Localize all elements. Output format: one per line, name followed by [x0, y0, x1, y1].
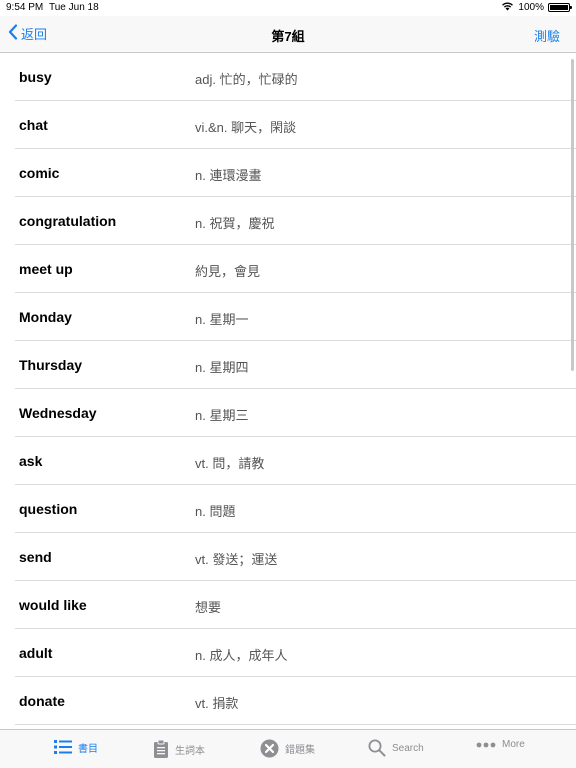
status-right: 100%: [501, 1, 572, 14]
word-row[interactable]: adult n. 成人，成年人: [0, 629, 576, 677]
status-bar: 9:54 PM Tue Jun 18 100%: [0, 0, 576, 16]
word-row[interactable]: question n. 問題: [0, 485, 576, 533]
word-definition: adj. 忙的，忙碌的: [195, 72, 298, 87]
tab-more-label: More: [502, 739, 525, 750]
tab-search[interactable]: Search: [368, 739, 424, 757]
search-icon: [368, 739, 386, 757]
x-circle-icon: [260, 739, 279, 758]
wifi-icon: [501, 1, 514, 14]
battery-percent: 100%: [518, 2, 544, 13]
word-term: Monday: [19, 309, 72, 325]
word-definition: 約見，會見: [195, 264, 261, 279]
nav-bar: 返回 第7組 測驗: [0, 16, 576, 53]
word-term: would like: [19, 597, 87, 613]
word-term: meet up: [19, 261, 73, 277]
word-term: donate: [19, 693, 65, 709]
tab-books-label: 書目: [78, 743, 98, 755]
word-row[interactable]: Thursday n. 星期四: [0, 341, 576, 389]
word-row[interactable]: ask vt. 問，請教: [0, 437, 576, 485]
word-definition: vi.&n. 聊天，閑談: [195, 120, 297, 135]
word-term: Thursday: [19, 357, 83, 373]
status-date: Tue Jun 18: [49, 2, 99, 13]
word-row[interactable]: send vt. 發送；運送: [0, 533, 576, 581]
quiz-button[interactable]: 測驗: [534, 26, 560, 45]
word-term: send: [19, 549, 52, 565]
word-definition: vt. 問，請教: [195, 456, 265, 471]
word-row[interactable]: meet up 約見，會見: [0, 245, 576, 293]
word-row[interactable]: busy adj. 忙的，忙碌的: [0, 53, 576, 101]
word-row[interactable]: would like 想要: [0, 581, 576, 629]
word-definition: n. 問題: [195, 504, 236, 519]
word-definition: n. 星期四: [195, 360, 249, 375]
word-definition: n. 星期三: [195, 408, 249, 423]
battery-fill: [550, 5, 568, 10]
battery-icon: [548, 3, 572, 12]
word-row[interactable]: Wednesday n. 星期三: [0, 389, 576, 437]
word-term: Wednesday: [19, 405, 97, 421]
word-row[interactable]: congratulation n. 祝賀，慶祝: [0, 197, 576, 245]
word-term: ask: [19, 453, 43, 469]
tab-search-label: Search: [392, 742, 424, 754]
tab-more[interactable]: More: [476, 739, 525, 750]
word-definition: n. 祝賀，慶祝: [195, 216, 275, 231]
scroll-indicator: [571, 59, 574, 371]
tab-mistakes[interactable]: 錯題集: [260, 739, 315, 758]
word-row[interactable]: Monday n. 星期一: [0, 293, 576, 341]
word-row[interactable]: donate vt. 捐款: [0, 677, 576, 725]
tab-books[interactable]: 書目: [54, 739, 98, 755]
word-list[interactable]: busy adj. 忙的，忙碌的 chat vi.&n. 聊天，閑談 comic n. 連…: [0, 53, 576, 729]
clipboard-icon: [153, 739, 169, 759]
word-definition: n. 星期一: [195, 312, 249, 327]
word-definition: n. 成人，成年人: [195, 648, 288, 663]
tab-vocabulary-book[interactable]: 生詞本: [153, 739, 205, 759]
word-definition: n. 連環漫畫: [195, 168, 262, 183]
tab-mistakes-label: 錯題集: [285, 745, 315, 756]
word-definition: vt. 發送；運送: [195, 552, 278, 567]
more-icon: [476, 742, 496, 748]
word-term: congratulation: [19, 213, 117, 229]
word-term: comic: [19, 165, 60, 181]
word-row[interactable]: chat vi.&n. 聊天，閑談: [0, 101, 576, 149]
word-definition: vt. 捐款: [195, 696, 239, 711]
tab-bar: 書目 生詞本 錯題集 Search More: [0, 729, 576, 768]
page-title: 第7組: [271, 29, 305, 44]
word-term: question: [19, 501, 78, 517]
word-term: busy: [19, 69, 52, 85]
list-icon: [54, 739, 72, 755]
word-term: chat: [19, 117, 48, 133]
tab-vocabulary-book-label: 生詞本: [175, 745, 205, 757]
word-definition: 想要: [195, 600, 222, 615]
word-term: adult: [19, 645, 53, 661]
status-time: 9:54 PM: [6, 2, 44, 13]
word-row[interactable]: comic n. 連環漫畫: [0, 149, 576, 197]
